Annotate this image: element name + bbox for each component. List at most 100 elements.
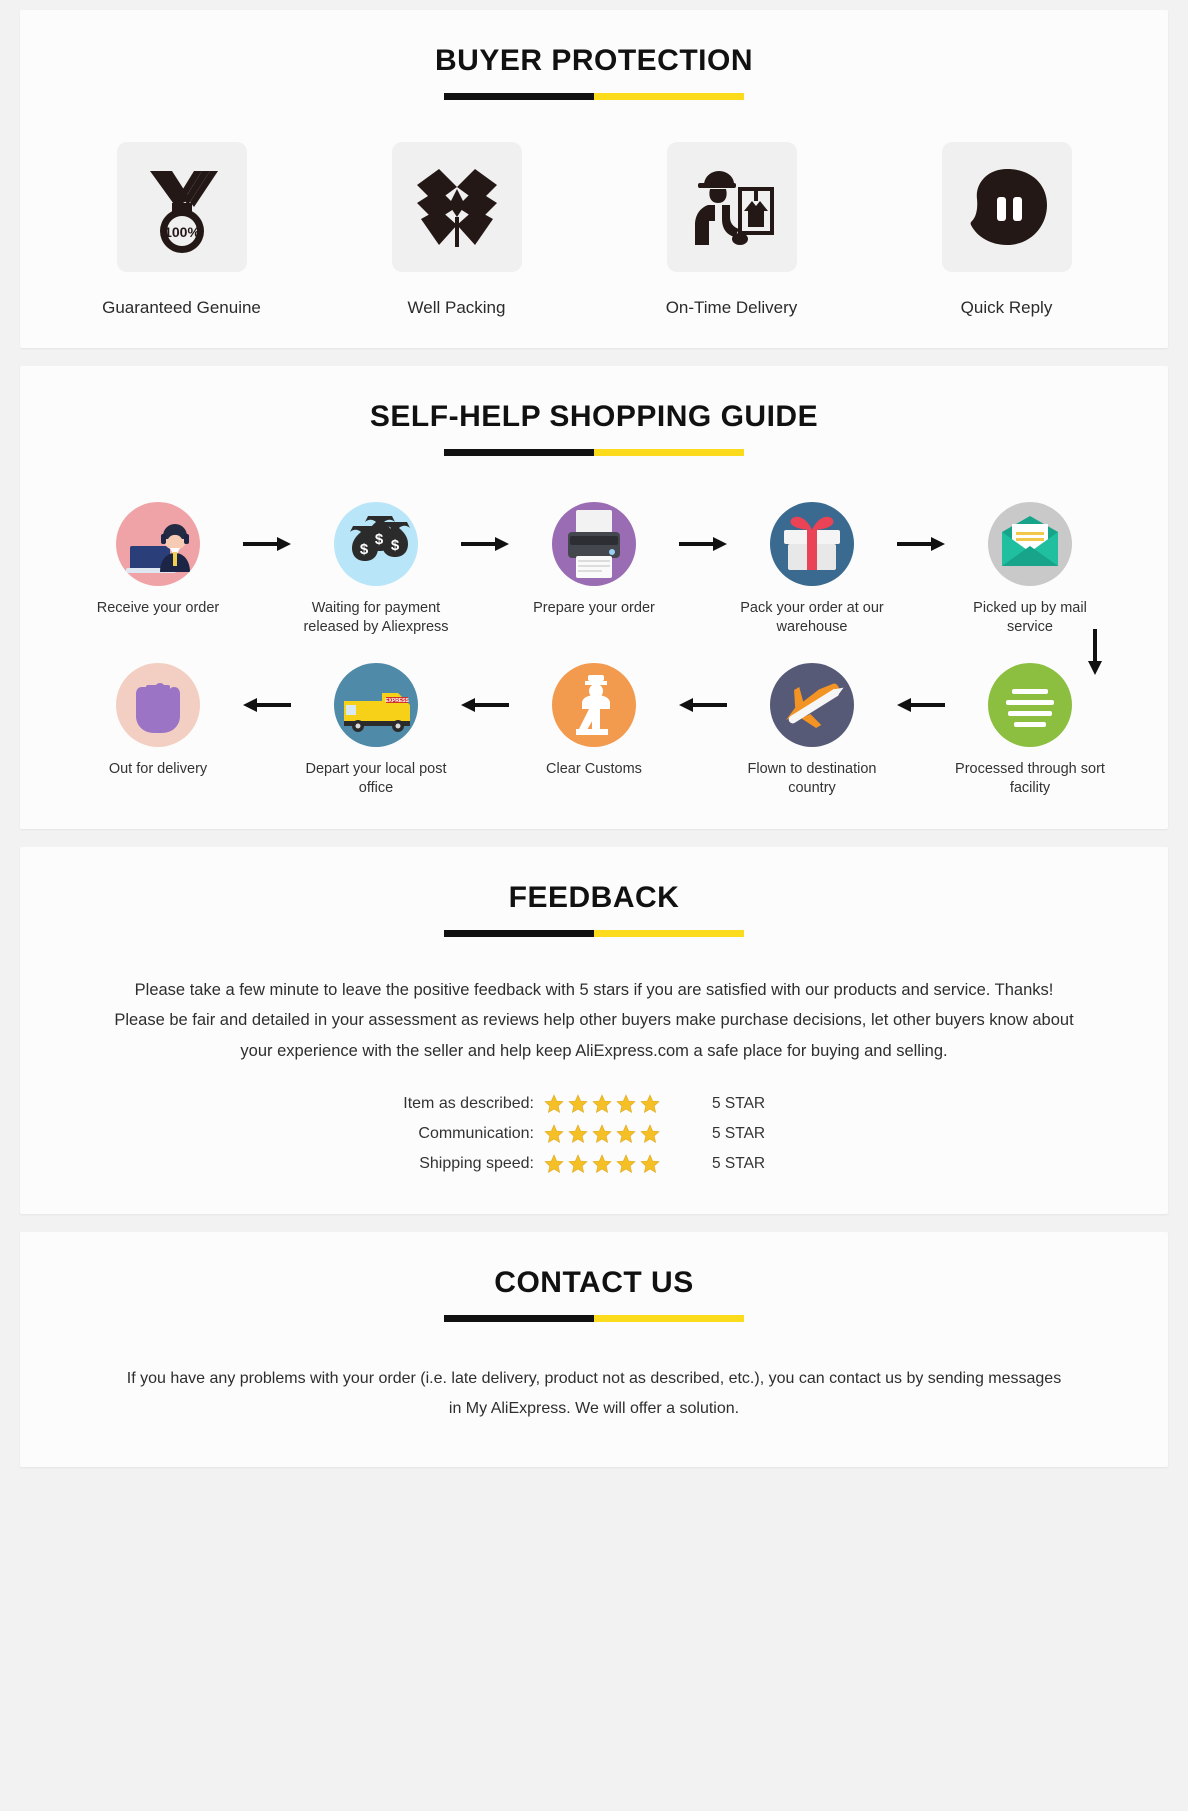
star-icon xyxy=(640,1124,660,1144)
customer-support-icon xyxy=(116,502,200,586)
hands-package-icon xyxy=(116,663,200,748)
printer-icon xyxy=(552,502,636,586)
medal-100-percent-icon: 100% xyxy=(134,159,230,255)
guide-step: $ $ $ Waiting for payment released by Al… xyxy=(300,502,452,637)
guide-step: Processed through sort facility xyxy=(954,663,1106,798)
flow-arrow-left-icon xyxy=(888,663,954,747)
guide-step: Out for delivery xyxy=(82,663,234,779)
title-underline xyxy=(444,449,744,456)
section-header: SELF-HELP SHOPPING GUIDE xyxy=(44,400,1144,456)
rating-value: 5 STAR xyxy=(712,1125,766,1143)
icon-tile xyxy=(666,142,797,272)
underline-yellow xyxy=(594,1315,744,1323)
contact-paragraph: If you have any problems with your order… xyxy=(126,1370,1062,1418)
star-icon xyxy=(616,1094,636,1114)
gift-box-icon xyxy=(770,502,854,586)
flow-arrow-right-icon xyxy=(452,502,518,586)
underline-black xyxy=(444,93,594,100)
star-icon xyxy=(544,1124,564,1144)
section-header: FEEDBACK xyxy=(44,881,1144,937)
open-box-icon xyxy=(409,159,505,255)
delivery-person-parcel-icon xyxy=(684,159,780,255)
guide-flow: Receive your order $ $ $ Waiting for pay… xyxy=(44,502,1144,799)
money-bags-icon: $ $ $ xyxy=(334,502,418,586)
star-rating[interactable] xyxy=(544,1124,694,1144)
rating-value: 5 STAR xyxy=(712,1095,766,1113)
express-van-icon: EXPRESS xyxy=(334,663,418,748)
buyer-protection-item: On-Time Delivery xyxy=(632,142,832,318)
guide-step-label: Prepare your order xyxy=(533,600,655,616)
title-underline xyxy=(444,929,744,937)
svg-text:$: $ xyxy=(391,537,400,554)
rating-row: Shipping speed: 5 STAR xyxy=(384,1154,804,1174)
flow-arrow-left-icon xyxy=(670,663,736,747)
guide-step: Pack your order at our warehouse xyxy=(736,502,888,637)
guide-step-label: Pack your order at our warehouse xyxy=(740,600,884,636)
contact-title: CONTACT US xyxy=(494,1266,694,1300)
guide-step-label: Receive your order xyxy=(96,600,220,616)
icon-tile xyxy=(391,142,522,272)
flow-arrow-left-icon xyxy=(452,663,518,747)
buyer-protection-label: Well Packing xyxy=(407,298,506,317)
star-icon xyxy=(592,1094,612,1114)
star-icon xyxy=(568,1124,588,1144)
flow-arrow-left-icon xyxy=(234,663,300,747)
buyer-protection-label: Quick Reply xyxy=(960,298,1053,317)
guide-step-label: Clear Customs xyxy=(546,761,642,778)
svg-text:$: $ xyxy=(375,531,384,548)
feedback-title: FEEDBACK xyxy=(508,880,680,914)
buyer-protection-item: 100% Guaranteed Genuine xyxy=(82,142,282,318)
guide-step-label: Depart your local post office xyxy=(305,761,447,797)
underline-yellow xyxy=(594,93,744,100)
title-underline xyxy=(444,1315,744,1323)
customs-officer-icon xyxy=(552,663,636,748)
icon-tile xyxy=(941,142,1072,272)
section-header: CONTACT US xyxy=(44,1266,1144,1323)
star-icon xyxy=(640,1154,660,1174)
rating-label: Item as described: xyxy=(403,1095,534,1113)
feedback-section: FEEDBACK Please take a few minute to lea… xyxy=(20,846,1168,1215)
guide-step: Picked up by mail service xyxy=(954,502,1106,637)
guide-step-label: Out for delivery xyxy=(108,761,208,778)
underline-black xyxy=(444,1315,594,1323)
svg-text:100%: 100% xyxy=(164,224,200,240)
buyer-protection-item: Quick Reply xyxy=(907,142,1107,318)
flow-arrow-down-icon xyxy=(1088,629,1102,676)
rating-label: Communication: xyxy=(418,1125,534,1143)
guide-step: Flown to destination country xyxy=(736,663,888,798)
flow-arrow-right-icon xyxy=(670,502,736,586)
star-icon xyxy=(616,1154,636,1174)
buyer-protection-label: On-Time Delivery xyxy=(665,298,798,317)
underline-yellow xyxy=(594,449,744,456)
underline-black xyxy=(444,929,594,937)
guide-step: EXPRESS Depart your local post office xyxy=(300,663,452,798)
flow-arrow-right-icon xyxy=(888,502,954,586)
buyer-protection-section: BUYER PROTECTION 100% Guaranteed Genuine… xyxy=(20,10,1168,348)
rating-label: Shipping speed: xyxy=(419,1155,534,1173)
ratings-list: Item as described: 5 STAR Communication:… xyxy=(384,1094,804,1174)
contact-section: CONTACT US If you have any problems with… xyxy=(20,1232,1168,1467)
star-icon xyxy=(640,1094,660,1114)
rating-value: 5 STAR xyxy=(712,1155,766,1173)
sort-facility-icon xyxy=(988,663,1072,748)
rating-row: Item as described: 5 STAR xyxy=(384,1094,804,1114)
mail-envelope-icon xyxy=(988,502,1072,586)
star-rating[interactable] xyxy=(544,1094,694,1114)
star-rating[interactable] xyxy=(544,1154,694,1174)
star-icon xyxy=(544,1094,564,1114)
guide-step: Prepare your order xyxy=(518,502,670,618)
page-title: BUYER PROTECTION xyxy=(434,44,754,77)
guide-step-label: Waiting for payment released by Aliexpre… xyxy=(303,600,449,636)
star-icon xyxy=(616,1124,636,1144)
guide-step-label: Picked up by mail service xyxy=(973,600,1087,636)
buyer-protection-items: 100% Guaranteed Genuine Well Packing On-… xyxy=(44,142,1144,318)
shopping-guide-title: SELF-HELP SHOPPING GUIDE xyxy=(369,400,819,433)
icon-tile: 100% xyxy=(116,142,247,272)
feedback-paragraph: Please take a few minute to leave the po… xyxy=(114,980,1074,1060)
guide-step: Clear Customs xyxy=(518,663,670,779)
star-icon xyxy=(568,1154,588,1174)
buyer-protection-item: Well Packing xyxy=(357,142,557,318)
svg-text:EXPRESS: EXPRESS xyxy=(385,698,409,704)
guide-row-2: Out for delivery EXPRESS Depart your loc… xyxy=(44,663,1144,798)
svg-text:$: $ xyxy=(360,541,369,558)
